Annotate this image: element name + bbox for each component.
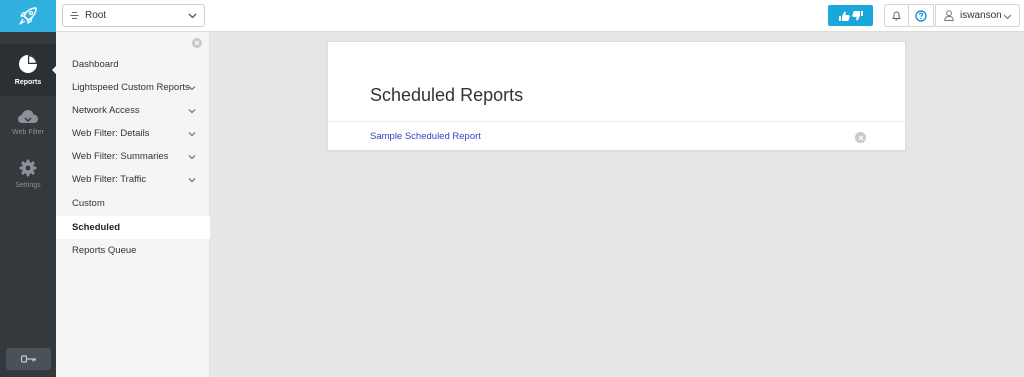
subnav-item-label: Web Filter: Summaries	[72, 151, 169, 162]
tree-lines-icon	[70, 11, 79, 20]
user-menu[interactable]: iswanson	[935, 4, 1020, 27]
rail-item-settings[interactable]: Settings	[0, 148, 56, 200]
scheduled-report-link[interactable]: Sample Scheduled Report	[370, 131, 481, 142]
root-select-value: Root	[85, 10, 107, 21]
chevron-down-icon	[188, 178, 196, 183]
subnav-item-label: Web Filter: Details	[72, 128, 150, 139]
chevron-down-icon	[188, 86, 196, 91]
rail-item-label: Web Filter	[12, 129, 44, 136]
username: iswanson	[960, 10, 1002, 21]
delete-report-button[interactable]	[855, 132, 866, 143]
rail-item-reports[interactable]: Reports	[0, 44, 57, 96]
subnav-item-custom[interactable]: Custom	[56, 192, 210, 215]
rail-item-web-filter[interactable]: Web Filter	[0, 96, 56, 148]
top-bar: Root iswanson	[56, 0, 1024, 32]
chevron-down-icon	[188, 132, 196, 137]
subnav-item-lightspeed-custom-reports[interactable]: Lightspeed Custom Reports	[56, 76, 210, 99]
subnav-item-scheduled[interactable]: Scheduled	[56, 216, 210, 239]
subnav-item-reports-queue[interactable]: Reports Queue	[56, 239, 210, 262]
chevron-down-icon	[188, 155, 196, 160]
key-icon	[20, 355, 36, 363]
logout-button[interactable]	[6, 348, 51, 370]
rail-item-label: Settings	[15, 182, 41, 189]
subnav-item-web-filter-traffic[interactable]: Web Filter: Traffic	[56, 168, 210, 191]
reports-subnav: Dashboard Lightspeed Custom Reports Netw…	[56, 32, 210, 377]
subnav-item-label: Dashboard	[72, 59, 119, 70]
close-icon	[858, 135, 863, 140]
rail-item-label: Reports	[14, 79, 42, 86]
feedback-button[interactable]	[828, 5, 873, 26]
subnav-item-dashboard[interactable]: Dashboard	[56, 53, 210, 76]
subnav-item-label: Reports Queue	[72, 245, 137, 256]
notifications-button[interactable]	[884, 4, 909, 27]
chevron-down-icon	[1003, 14, 1012, 20]
divider	[328, 121, 905, 122]
scheduled-reports-panel: Scheduled Reports Sample Scheduled Repor…	[327, 41, 906, 151]
cloud-icon	[18, 110, 38, 123]
page-title: Scheduled Reports	[370, 85, 524, 105]
subnav-item-label: Lightspeed Custom Reports	[72, 82, 190, 93]
help-button[interactable]	[908, 4, 934, 27]
help-icon	[915, 9, 927, 22]
gear-icon	[19, 159, 37, 177]
chevron-down-icon	[188, 109, 196, 114]
subnav-item-web-filter-summaries[interactable]: Web Filter: Summaries	[56, 145, 210, 168]
chevron-down-icon	[188, 13, 197, 19]
subnav-item-label: Web Filter: Traffic	[72, 174, 147, 185]
subnav-item-label: Network Access	[72, 105, 140, 116]
pie-chart-icon	[19, 55, 37, 73]
app-logo[interactable]	[0, 0, 56, 32]
subnav-item-label: Scheduled	[72, 222, 121, 233]
collapse-all-button[interactable]	[192, 38, 202, 48]
app-rail: Reports Web Filter Settings	[0, 0, 57, 377]
rocket-icon	[19, 7, 37, 25]
subnav-item-web-filter-details[interactable]: Web Filter: Details	[56, 122, 210, 145]
subnav-item-network-access[interactable]: Network Access	[56, 99, 210, 122]
subnav-item-label: Custom	[72, 198, 105, 209]
bell-icon	[892, 11, 901, 21]
close-icon	[194, 40, 200, 46]
thumbs-up-down-icon	[838, 10, 863, 21]
user-icon	[944, 10, 954, 21]
root-select[interactable]: Root	[62, 4, 205, 27]
